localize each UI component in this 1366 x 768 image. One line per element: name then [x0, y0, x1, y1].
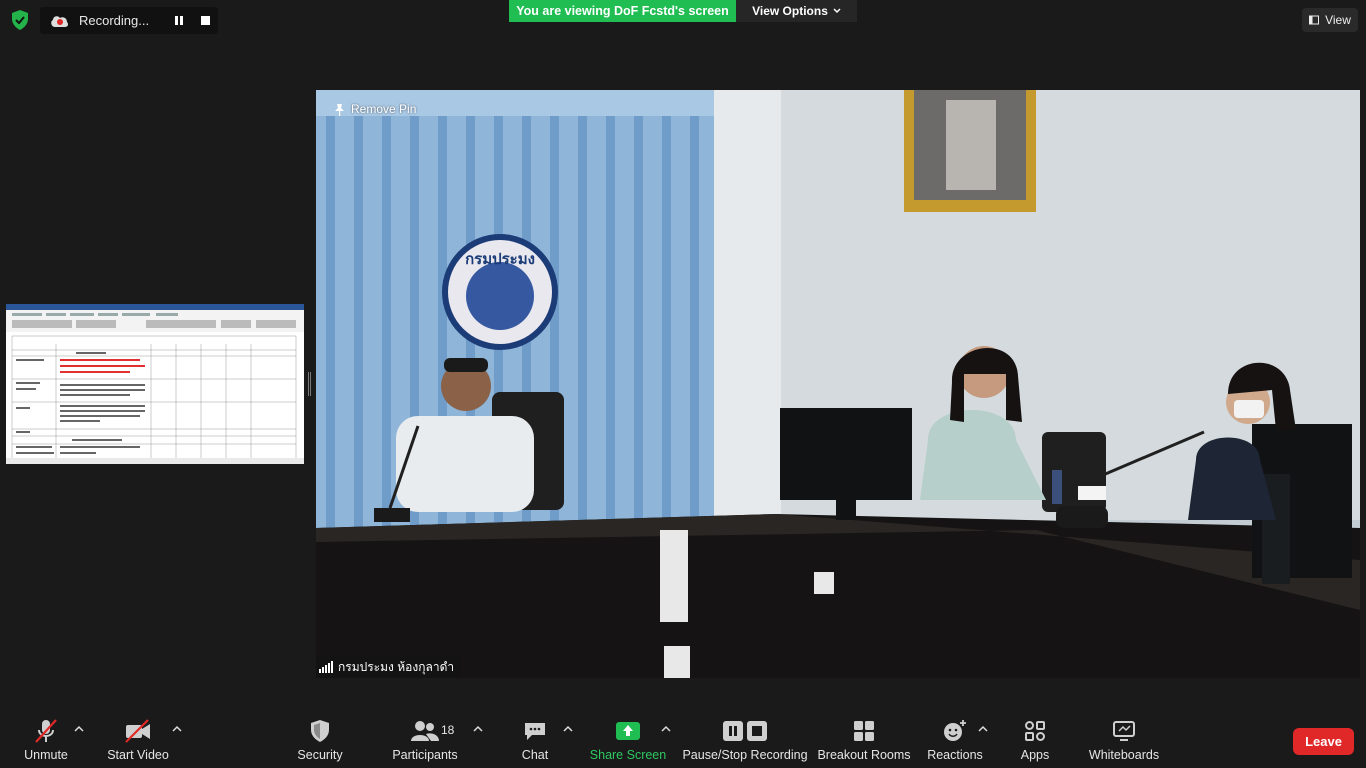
chat-button[interactable]: Chat: [518, 718, 552, 768]
chat-icon: [525, 723, 545, 740]
screen-share-banner: You are viewing DoF Fcstd's screen: [509, 0, 736, 22]
signal-icon: [319, 661, 333, 673]
stop-recording-button[interactable]: [195, 11, 215, 31]
security-button[interactable]: Security: [294, 718, 346, 768]
microphone-muted-icon: [35, 719, 57, 743]
participant-name: กรมประมง ห้องกุลาดำ: [338, 659, 455, 674]
whiteboards-button[interactable]: Whiteboards: [1086, 718, 1162, 768]
view-button[interactable]: View: [1302, 8, 1358, 32]
participants-count: 18: [441, 723, 455, 737]
share-screen-button[interactable]: Share Screen: [589, 718, 667, 768]
meeting-toolbar: Unmute Start Video Security Participants…: [0, 712, 1366, 768]
top-bar: Recording... You are viewing DoF Fcstd's…: [0, 0, 1366, 40]
breakout-rooms-icon: [854, 721, 874, 741]
remove-pin-button[interactable]: Remove Pin: [334, 102, 416, 116]
shield-icon: [311, 720, 329, 742]
leave-button[interactable]: Leave: [1293, 728, 1354, 755]
share-screen-label: Share Screen: [589, 748, 667, 762]
participants-options-caret[interactable]: [471, 724, 485, 734]
apps-label: Apps: [1020, 748, 1050, 762]
reactions-options-caret[interactable]: [976, 724, 990, 734]
unmute-button[interactable]: Unmute: [20, 718, 72, 768]
participant-name-tag: กรมประมง ห้องกุลาดำ: [316, 656, 461, 678]
whiteboards-label: Whiteboards: [1088, 748, 1160, 762]
view-options-button[interactable]: View Options: [736, 0, 857, 22]
apps-button[interactable]: Apps: [1016, 718, 1054, 768]
panel-resize-handle[interactable]: [308, 372, 311, 396]
participants-label: Participants: [392, 748, 458, 762]
unmute-label: Unmute: [24, 748, 68, 762]
cloud-recording-icon: [51, 15, 69, 27]
video-off-icon: [125, 719, 150, 743]
view-options-label: View Options: [752, 4, 828, 18]
chat-options-caret[interactable]: [561, 724, 575, 734]
recording-indicator: Recording...: [40, 7, 218, 34]
view-layout-icon: [1309, 15, 1320, 25]
pause-stop-icon: [723, 721, 767, 741]
security-label: Security: [297, 748, 343, 762]
whiteboard-icon: [1113, 721, 1135, 741]
reactions-label: Reactions: [927, 748, 983, 762]
audio-options-caret[interactable]: [72, 724, 86, 734]
reactions-icon: [944, 720, 966, 741]
remove-pin-label: Remove Pin: [351, 102, 417, 116]
pause-recording-button[interactable]: [169, 11, 189, 31]
recording-status-text: Recording...: [79, 13, 150, 28]
logo-text: กรมประมง: [465, 250, 535, 268]
breakout-rooms-label: Breakout Rooms: [817, 748, 911, 762]
meeting-room-video: กรมประมง: [316, 90, 1360, 678]
chat-label: Chat: [521, 748, 549, 762]
pin-icon: [335, 103, 344, 116]
start-video-button[interactable]: Start Video: [106, 718, 170, 768]
share-screen-options-caret[interactable]: [659, 724, 673, 734]
start-video-label: Start Video: [107, 748, 169, 762]
video-options-caret[interactable]: [170, 724, 184, 734]
meeting-security-shield-icon[interactable]: [10, 9, 30, 31]
view-button-label: View: [1325, 13, 1351, 27]
share-screen-icon: [616, 722, 640, 740]
pause-stop-recording-button[interactable]: Pause/Stop Recording: [682, 718, 808, 768]
apps-icon: [1025, 721, 1045, 741]
breakout-rooms-button[interactable]: Breakout Rooms: [817, 718, 911, 768]
chevron-down-icon: [833, 8, 841, 14]
participants-icon: [411, 721, 439, 741]
shared-screen-thumbnail[interactable]: [6, 304, 304, 464]
document-preview: [6, 304, 304, 464]
pause-stop-recording-label: Pause/Stop Recording: [682, 748, 808, 762]
pinned-video-tile[interactable]: กรมประมง Remove Pin กรมประมง ห้องกุลาดำ: [316, 90, 1360, 678]
